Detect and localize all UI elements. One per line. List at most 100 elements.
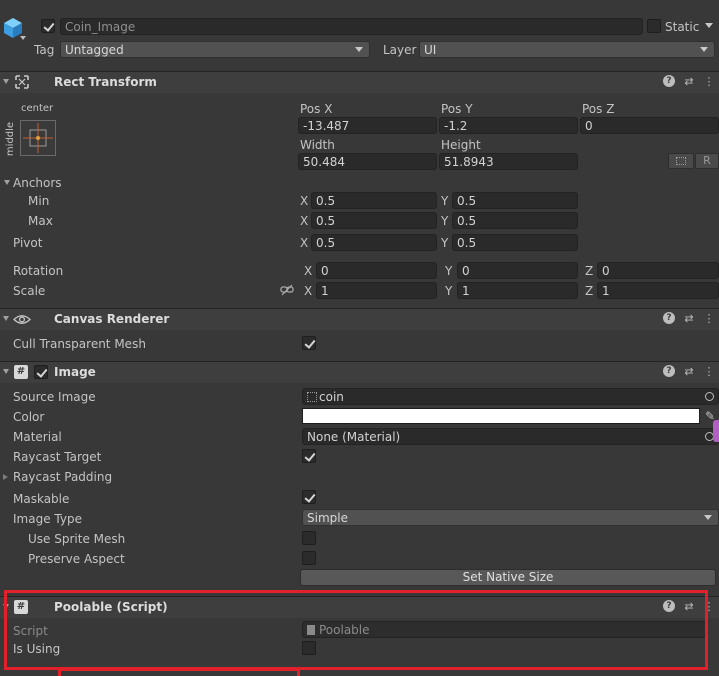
preserve-aspect-toggle[interactable] bbox=[302, 551, 316, 565]
y-label: Y bbox=[441, 214, 449, 228]
canvas-renderer-header[interactable]: Canvas Renderer ? ⇄ ⋮ bbox=[0, 308, 719, 330]
rotation-z-field[interactable]: 0 bbox=[597, 262, 719, 279]
scale-z-field[interactable]: 1 bbox=[597, 282, 719, 299]
help-icon[interactable]: ? bbox=[663, 75, 675, 87]
active-toggle[interactable] bbox=[41, 19, 55, 33]
tag-dropdown[interactable]: Untagged bbox=[60, 41, 370, 58]
raycast-target-toggle[interactable] bbox=[302, 449, 316, 463]
image-header[interactable]: # Image ? ⇄ ⋮ bbox=[0, 361, 719, 383]
image-title: Image bbox=[54, 365, 96, 379]
foldout-arrow-icon[interactable] bbox=[3, 369, 9, 374]
image-enabled-toggle[interactable] bbox=[34, 365, 48, 379]
anchor-min-y-field[interactable]: 0.5 bbox=[452, 192, 578, 209]
pos-z-field[interactable]: 0 bbox=[580, 117, 719, 134]
material-field[interactable]: None (Material) bbox=[302, 428, 719, 445]
highlight-underline bbox=[58, 668, 300, 676]
pivot-x-field[interactable]: 0.5 bbox=[311, 234, 437, 251]
help-icon[interactable]: ? bbox=[663, 365, 675, 377]
highlight-box bbox=[4, 590, 708, 670]
static-label: Static bbox=[665, 20, 700, 34]
material-label: Material bbox=[13, 430, 62, 444]
eye-icon bbox=[13, 314, 31, 325]
gameobject-cube-icon[interactable] bbox=[2, 16, 22, 38]
static-dropdown-arrow[interactable] bbox=[702, 18, 719, 35]
anchor-max-x-field[interactable]: 0.5 bbox=[311, 212, 437, 229]
presets-icon[interactable]: ⇄ bbox=[683, 75, 695, 88]
rect-transform-header[interactable]: Rect Transform ? ⇄ ⋮ bbox=[0, 71, 719, 93]
pos-z-label: Pos Z bbox=[582, 102, 615, 116]
x-label: X bbox=[300, 194, 309, 208]
rotation-y-field[interactable]: 0 bbox=[457, 262, 578, 279]
maskable-label: Maskable bbox=[13, 492, 70, 506]
z-label: Z bbox=[585, 264, 594, 278]
maskable-toggle[interactable] bbox=[302, 490, 316, 504]
object-picker-icon[interactable] bbox=[705, 392, 714, 401]
scale-x-field[interactable]: 1 bbox=[316, 282, 437, 299]
height-field[interactable]: 51.8943 bbox=[439, 153, 578, 170]
scale-y-field[interactable]: 1 bbox=[457, 282, 578, 299]
z-label: Z bbox=[585, 284, 594, 298]
presets-icon[interactable]: ⇄ bbox=[683, 312, 695, 325]
y-label: Y bbox=[441, 236, 449, 250]
y-label: Y bbox=[445, 284, 453, 298]
tag-value: Untagged bbox=[65, 43, 124, 57]
context-menu-icon[interactable]: ⋮ bbox=[703, 312, 715, 325]
layer-dropdown[interactable]: UI bbox=[419, 41, 715, 58]
anchor-min-x-field[interactable]: 0.5 bbox=[311, 192, 437, 209]
pos-y-label: Pos Y bbox=[441, 102, 473, 116]
pivot-y-field[interactable]: 0.5 bbox=[452, 234, 578, 251]
blueprint-mode-button[interactable] bbox=[668, 153, 694, 169]
script-hash-icon: # bbox=[14, 365, 28, 379]
cull-transparent-mesh-label: Cull Transparent Mesh bbox=[13, 337, 146, 351]
context-menu-icon[interactable]: ⋮ bbox=[703, 365, 715, 378]
canvas-renderer-title: Canvas Renderer bbox=[54, 312, 170, 326]
cull-transparent-mesh-toggle[interactable] bbox=[302, 336, 316, 350]
y-label: Y bbox=[445, 264, 453, 278]
source-image-field[interactable]: coin bbox=[302, 388, 719, 405]
tag-label: Tag bbox=[34, 43, 55, 57]
pos-x-label: Pos X bbox=[300, 102, 333, 116]
color-label: Color bbox=[13, 410, 45, 424]
gameobject-name-field[interactable]: Coin_Image bbox=[60, 18, 643, 35]
help-icon[interactable]: ? bbox=[663, 312, 675, 324]
y-label: Y bbox=[441, 194, 449, 208]
color-swatch[interactable] bbox=[302, 408, 700, 424]
pivot-label: Pivot bbox=[13, 236, 43, 250]
layer-value: UI bbox=[424, 43, 437, 57]
pos-x-field[interactable]: -13.487 bbox=[298, 117, 437, 134]
height-label: Height bbox=[441, 138, 481, 152]
use-sprite-mesh-label: Use Sprite Mesh bbox=[28, 532, 126, 546]
pos-y-field[interactable]: -1.2 bbox=[439, 117, 578, 134]
image-type-dropdown[interactable]: Simple bbox=[302, 509, 719, 526]
anchor-preset-v-label: middle bbox=[5, 121, 17, 157]
raw-edit-button[interactable]: R bbox=[695, 153, 719, 169]
scene-fragment bbox=[713, 420, 719, 442]
anchor-preset-button[interactable] bbox=[20, 120, 56, 156]
material-value: None (Material) bbox=[307, 430, 401, 444]
use-sprite-mesh-toggle[interactable] bbox=[302, 531, 316, 545]
rect-transform-icon bbox=[15, 75, 29, 89]
constrain-proportions-icon[interactable] bbox=[280, 284, 294, 296]
foldout-arrow-icon[interactable] bbox=[3, 316, 9, 321]
preserve-aspect-label: Preserve Aspect bbox=[28, 552, 125, 566]
raycast-padding-label[interactable]: Raycast Padding bbox=[13, 470, 112, 484]
presets-icon[interactable]: ⇄ bbox=[683, 365, 695, 378]
anchor-min-label: Min bbox=[28, 194, 50, 208]
x-label: X bbox=[304, 284, 313, 298]
anchor-max-y-field[interactable]: 0.5 bbox=[452, 212, 578, 229]
rotation-label: Rotation bbox=[13, 264, 64, 278]
context-menu-icon[interactable]: ⋮ bbox=[703, 75, 715, 88]
sprite-icon bbox=[307, 392, 317, 402]
image-type-label: Image Type bbox=[13, 512, 82, 526]
set-native-size-button[interactable]: Set Native Size bbox=[300, 569, 716, 586]
foldout-arrow-icon[interactable] bbox=[3, 79, 9, 84]
rotation-x-field[interactable]: 0 bbox=[316, 262, 437, 279]
width-field[interactable]: 50.484 bbox=[298, 153, 437, 170]
raycast-padding-foldout-icon[interactable] bbox=[3, 474, 8, 480]
rect-transform-title: Rect Transform bbox=[54, 75, 157, 89]
layer-label: Layer bbox=[383, 43, 417, 57]
anchors-foldout-icon[interactable] bbox=[4, 180, 10, 185]
static-toggle[interactable] bbox=[647, 19, 661, 33]
chevron-down-icon[interactable] bbox=[20, 36, 26, 40]
anchor-max-label: Max bbox=[28, 214, 53, 228]
